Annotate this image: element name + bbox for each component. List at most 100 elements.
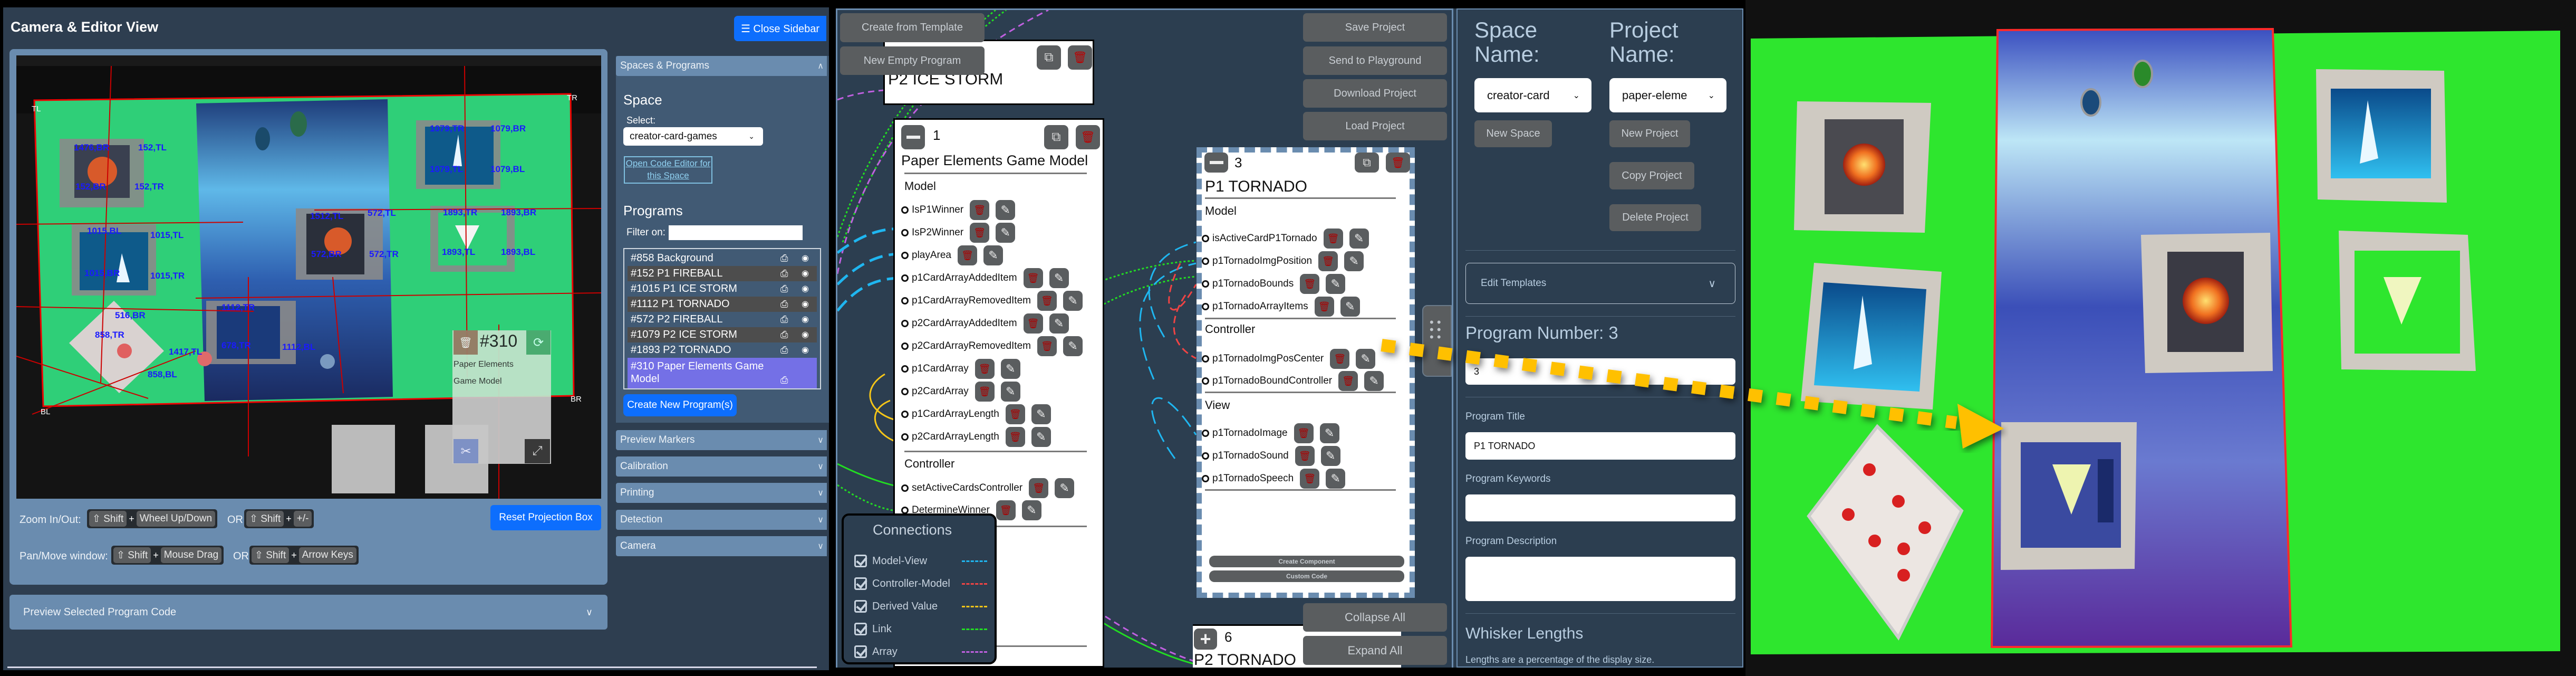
edit-item-button[interactable]: ✎ <box>1356 349 1376 369</box>
connector-port[interactable] <box>901 507 909 514</box>
custom-code-button[interactable]: Custom Code <box>1209 570 1404 582</box>
edit-item-button[interactable]: ✎ <box>1326 469 1346 489</box>
program-list-item[interactable]: #1015 P1 ICE STORM ⎙ ◉ <box>628 281 817 297</box>
overlay-delete-button[interactable]: 🗑 <box>454 330 478 355</box>
edit-item-button[interactable]: ✎ <box>1340 297 1360 317</box>
edit-item-button[interactable]: ✎ <box>1344 251 1364 271</box>
connector-port[interactable] <box>901 388 909 395</box>
delete-item-button[interactable]: 🗑 <box>1338 371 1358 391</box>
program-list-item[interactable]: #152 P1 FIREBALL ⎙ ◉ <box>628 266 817 281</box>
delete-item-button[interactable]: 🗑 <box>1294 423 1314 443</box>
edit-item-button[interactable]: ✎ <box>1364 371 1384 391</box>
connector-port[interactable] <box>901 252 909 259</box>
delete-item-button[interactable]: 🗑 <box>1005 404 1025 424</box>
new-project-button[interactable]: New Project <box>1609 120 1690 147</box>
edit-item-button[interactable]: ✎ <box>1063 336 1083 356</box>
delete-item-button[interactable]: 🗑 <box>1037 291 1057 311</box>
spaces-programs-header[interactable]: Spaces & Programs ∧ <box>616 56 827 76</box>
delete-item-button[interactable]: 🗑 <box>1300 469 1320 489</box>
edit-item-button[interactable]: ✎ <box>1049 268 1069 288</box>
delete-item-button[interactable]: 🗑 <box>1318 251 1338 271</box>
panel-splitter[interactable] <box>1452 8 1456 668</box>
edit-item-button[interactable]: ✎ <box>1000 359 1020 379</box>
program-list-item[interactable]: #1893 P2 TORNADO ⎙ ◉ <box>628 342 817 358</box>
program-list-item[interactable]: #310 Paper Elements Game Model ⎙ <box>628 358 817 388</box>
printer-icon[interactable]: ⎙ <box>780 268 788 279</box>
printer-icon[interactable]: ⎙ <box>780 283 788 294</box>
copy-program-button[interactable]: ⧉ <box>1037 45 1061 70</box>
delete-program-button[interactable]: 🗑 <box>1076 125 1100 149</box>
save-project-button[interactable]: Save Project <box>1303 13 1447 42</box>
eye-icon[interactable]: ◉ <box>802 253 809 263</box>
component-item[interactable]: IsP2Winner 🗑 ✎ <box>901 222 1016 243</box>
reset-projection-box-button[interactable]: Reset Projection Box <box>490 505 601 530</box>
eye-icon[interactable]: ◉ <box>802 329 809 340</box>
printer-icon[interactable]: ⎙ <box>780 374 788 386</box>
open-code-editor-link[interactable]: Open Code Editor for this Space <box>624 156 712 184</box>
close-sidebar-button[interactable]: ☰ Close Sidebar <box>734 16 826 41</box>
legend-item-array[interactable]: Array <box>854 643 987 660</box>
edit-item-button[interactable]: ✎ <box>996 223 1016 243</box>
connector-port[interactable] <box>901 229 909 236</box>
delete-item-button[interactable]: 🗑 <box>958 245 977 265</box>
edit-item-button[interactable]: ✎ <box>983 245 1003 265</box>
edit-item-button[interactable]: ✎ <box>1021 500 1041 520</box>
edit-item-button[interactable]: ✎ <box>1000 382 1020 402</box>
delete-item-button[interactable]: 🗑 <box>975 382 995 402</box>
edit-item-button[interactable]: ✎ <box>996 200 1016 220</box>
eye-icon[interactable]: ◉ <box>802 314 809 325</box>
component-item[interactable]: p2CardArrayLength 🗑 ✎ <box>901 426 1051 448</box>
component-item[interactable]: p1TornadoImgPosCenter 🗑 ✎ <box>1202 348 1376 369</box>
eye-icon[interactable]: ◉ <box>802 283 809 294</box>
edit-item-button[interactable]: ✎ <box>1031 427 1051 447</box>
delete-item-button[interactable]: 🗑 <box>1330 349 1350 369</box>
eye-icon[interactable]: ◉ <box>802 268 809 279</box>
delete-item-button[interactable]: 🗑 <box>1295 446 1315 466</box>
eye-icon[interactable]: ◉ <box>802 299 809 309</box>
project-name-select[interactable]: paper-eleme ⌄ <box>1609 78 1726 112</box>
component-item[interactable]: p1TornadoBoundController 🗑 ✎ <box>1202 370 1384 392</box>
connector-port[interactable] <box>901 274 909 282</box>
delete-item-button[interactable]: 🗑 <box>1023 313 1043 334</box>
component-item[interactable]: isActiveCardP1Tornado 🗑 ✎ <box>1202 228 1369 249</box>
program-number-input[interactable]: 3 <box>1465 358 1735 385</box>
checkbox[interactable] <box>854 600 867 613</box>
edit-item-button[interactable]: ✎ <box>1349 228 1369 249</box>
copy-program-button[interactable]: ⧉ <box>1044 125 1068 149</box>
delete-item-button[interactable]: 🗑 <box>1037 336 1057 356</box>
expand-card-button[interactable]: + <box>1194 628 1217 650</box>
checkbox[interactable] <box>854 577 867 590</box>
collapse-all-button[interactable]: Collapse All <box>1303 603 1447 632</box>
delete-item-button[interactable]: 🗑 <box>1300 274 1320 294</box>
program-title-input[interactable]: P1 TORNADO <box>1465 432 1735 460</box>
delete-item-button[interactable]: 🗑 <box>1005 427 1025 447</box>
accordion-preview-markers[interactable]: Preview Markers ∨ <box>616 430 827 450</box>
component-item[interactable]: p1TornadoImage 🗑 ✎ <box>1202 423 1339 444</box>
printer-icon[interactable]: ⎙ <box>780 345 788 356</box>
delete-item-button[interactable]: 🗑 <box>996 500 1016 520</box>
edit-item-button[interactable]: ✎ <box>1319 423 1339 443</box>
delete-project-button[interactable]: Delete Project <box>1609 204 1701 231</box>
accordion-camera[interactable]: Camera ∨ <box>616 536 827 556</box>
program-list-item[interactable]: #858 Background ⎙ ◉ <box>628 251 817 266</box>
component-item[interactable]: p1CardArrayAddedItem 🗑 ✎ <box>901 268 1069 289</box>
component-item[interactable]: p1TornadoSpeech 🗑 ✎ <box>1202 468 1346 489</box>
send-to-playground-button[interactable]: Send to Playground <box>1303 46 1447 75</box>
checkbox[interactable] <box>854 623 867 635</box>
collapse-card-button[interactable] <box>1204 153 1228 173</box>
component-item[interactable]: p1TornadoImgPosition 🗑 ✎ <box>1202 251 1364 272</box>
overlay-resize-button[interactable]: ⤢ <box>525 439 550 463</box>
component-item[interactable]: p1CardArrayRemovedItem 🗑 ✎ <box>901 290 1083 311</box>
copy-program-button[interactable]: ⧉ <box>1355 153 1379 173</box>
connector-port[interactable] <box>1202 377 1209 385</box>
connector-port[interactable] <box>901 365 909 373</box>
legend-item-controller-model[interactable]: Controller-Model <box>854 575 987 592</box>
connector-port[interactable] <box>1202 452 1209 460</box>
panel-drag-handle[interactable]: • • • • • • <box>1422 305 1452 377</box>
accordion-calibration[interactable]: Calibration ∨ <box>616 456 827 477</box>
delete-item-button[interactable]: 🗑 <box>1314 297 1334 317</box>
edit-item-button[interactable]: ✎ <box>1326 274 1346 294</box>
new-empty-program-button[interactable]: New Empty Program <box>840 46 985 75</box>
new-space-button[interactable]: New Space <box>1474 120 1552 147</box>
edit-templates-accordion[interactable]: Edit Templates ∨ <box>1465 263 1735 304</box>
